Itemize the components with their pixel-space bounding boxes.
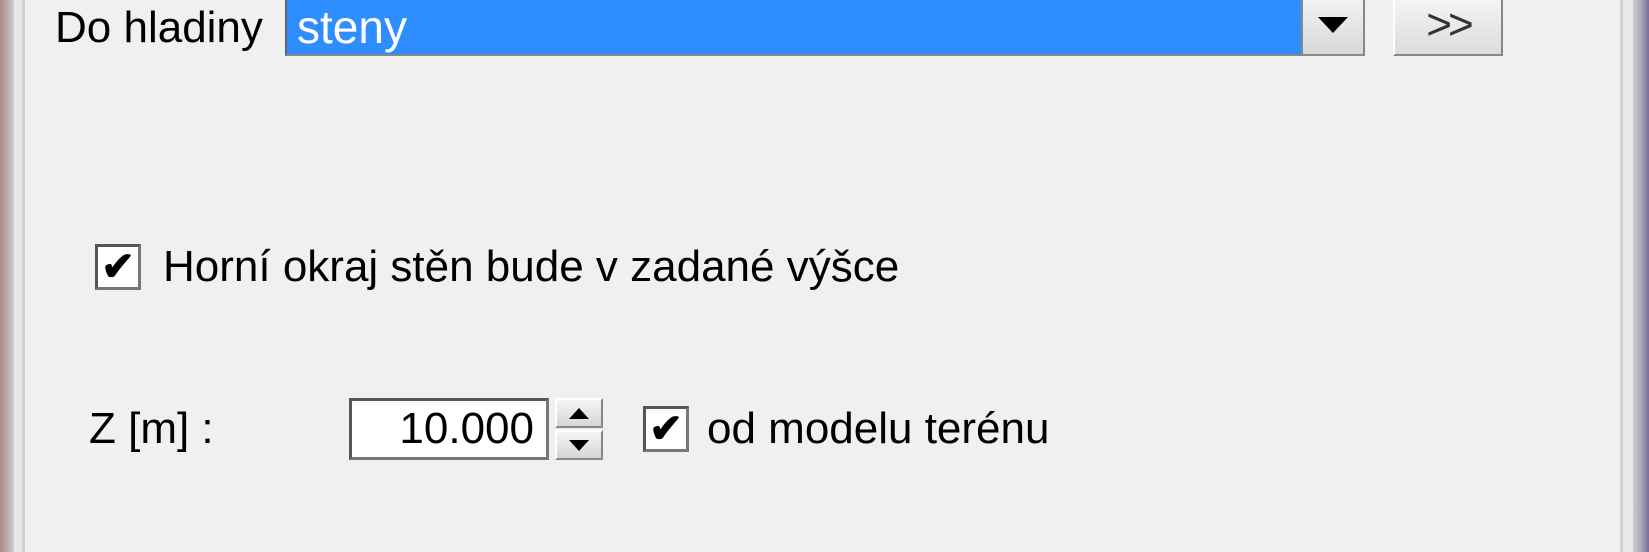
z-spin-down-button[interactable] bbox=[555, 430, 603, 460]
chevron-down-icon bbox=[569, 440, 589, 451]
layer-combobox-button[interactable] bbox=[1301, 0, 1363, 54]
top-edge-checkbox-label: Horní okraj stěn bude v zadané výšce bbox=[163, 242, 899, 292]
chevron-down-icon bbox=[1318, 17, 1348, 33]
check-icon: ✔ bbox=[649, 409, 683, 449]
check-icon: ✔ bbox=[101, 247, 135, 287]
z-spin-up-button[interactable] bbox=[555, 398, 603, 428]
dialog-panel: Do hladiny steny >> ✔ Horní okraj stěn b… bbox=[22, 0, 1623, 552]
z-label: Z [m] : bbox=[89, 404, 349, 454]
z-spinner: 10.000 bbox=[349, 398, 603, 460]
layer-label: Do hladiny bbox=[55, 0, 285, 53]
layer-combobox[interactable]: steny bbox=[285, 0, 1365, 56]
layer-more-button[interactable]: >> bbox=[1393, 0, 1503, 56]
layer-combobox-value: steny bbox=[287, 0, 1301, 54]
from-terrain-checkbox-label: od modelu terénu bbox=[707, 404, 1049, 454]
z-input[interactable]: 10.000 bbox=[349, 398, 549, 460]
chevron-up-icon bbox=[569, 408, 589, 419]
top-edge-checkbox[interactable]: ✔ bbox=[95, 244, 141, 290]
from-terrain-checkbox[interactable]: ✔ bbox=[643, 406, 689, 452]
